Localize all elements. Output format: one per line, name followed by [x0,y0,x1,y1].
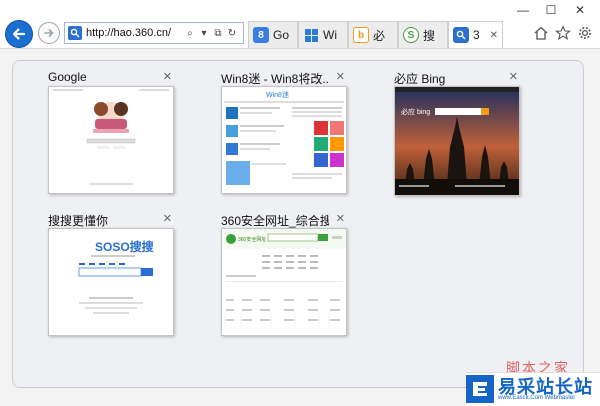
tab-label: 搜 [423,28,436,43]
tile-title: 360安全网址_综合搜... [221,214,329,228]
tile-bing[interactable]: 必应 Bing ✕ 必应 bing [394,70,520,196]
360-favicon-icon [453,27,469,43]
site-favicon-icon [68,26,82,40]
tile-thumbnail[interactable]: SOSO搜搜 [48,228,174,336]
tile-win8[interactable]: Win8迷 - Win8将改... ✕ Win8迷 [221,70,347,196]
tab-close-icon[interactable]: ✕ [490,30,498,41]
tab-label: 3 [473,28,480,42]
tile-title: 必应 Bing [394,72,446,86]
bing-page-preview: 必应 bing [395,87,519,195]
tile-title: 搜搜更懂你 [48,214,109,228]
win8-logo-text: Win8迷 [266,90,289,99]
dropdown-icon[interactable]: ▾ [198,28,210,39]
tile-close-icon[interactable]: ✕ [163,212,172,225]
soso-logo-text: SOSO搜搜 [95,239,155,254]
tab-label: Wi [323,28,337,42]
tile-close-icon[interactable]: ✕ [163,70,172,83]
tile-title: Win8迷 - Win8将改... [221,72,329,86]
forward-button[interactable] [38,22,60,44]
back-button[interactable] [5,20,33,48]
tile-close-icon[interactable]: ✕ [336,70,345,83]
google-page-preview [53,89,169,185]
win8-page-preview: Win8迷 [224,90,344,185]
bing-logo-text: 必应 bing [401,107,430,116]
tab-bing[interactable]: b 必 [348,21,398,48]
favorites-star-icon[interactable] [554,24,572,42]
maximize-button[interactable]: ☐ [541,2,561,18]
tile-close-icon[interactable]: ✕ [509,70,518,83]
settings-gear-icon[interactable] [576,24,594,42]
tile-thumbnail[interactable] [48,86,174,194]
tab-google[interactable]: 8 Go [248,21,298,48]
tile-thumbnail[interactable]: Win8迷 [221,86,347,194]
compat-view-icon[interactable]: ⧉ [212,28,224,39]
arrow-left-icon [12,28,26,40]
watermark-sub: www.Easck.Com Webmaster [498,395,576,401]
home-icon[interactable] [532,24,550,42]
watermark-emblem-icon [466,375,494,403]
address-bar[interactable]: http://hao.360.cn/ ⌕ ▾ ⧉ ↻ [64,22,244,44]
watermark-logo: 易采站长站 www.Easck.Com Webmaster [466,372,600,406]
tile-soso[interactable]: 搜搜更懂你 ✕ SOSO搜搜 [48,212,174,338]
bing-favicon-icon: b [353,27,369,43]
tile-title: Google [48,70,87,84]
close-window-button[interactable]: ✕ [570,2,590,18]
tile-close-icon[interactable]: ✕ [336,212,345,225]
windows-favicon-icon [303,27,319,43]
address-url[interactable]: http://hao.360.cn/ [86,27,182,39]
soso-page-preview: SOSO搜搜 [78,239,155,314]
browser-chrome: — ☐ ✕ http://hao.360.cn/ ⌕ ▾ ⧉ ↻ 8 Go Wi… [0,0,600,49]
new-tab-page: Google ✕ Win8迷 - Win8将改... ✕ Win8迷 必应 Bi… [12,60,584,388]
minimize-button[interactable]: — [513,2,533,18]
nav360-page-preview: 360安全网址 [222,229,346,321]
tab-soso[interactable]: S 搜 [398,21,448,48]
nav360-logo-text: 360安全网址 [238,236,266,243]
search-icon[interactable]: ⌕ [184,28,196,39]
refresh-icon[interactable]: ↻ [226,28,238,39]
tab-label: 必 [373,28,386,43]
soso-favicon-icon: S [403,27,419,43]
tab-360[interactable]: 3 ✕ [448,21,503,48]
tile-google[interactable]: Google ✕ [48,70,174,196]
arrow-right-icon [44,29,54,37]
google-favicon-icon: 8 [253,27,269,43]
tile-360[interactable]: 360安全网址_综合搜... ✕ 360安全网址 [221,212,347,338]
tab-label: Go [273,28,290,42]
tab-win8[interactable]: Wi [298,21,348,48]
tile-thumbnail[interactable]: 必应 bing [394,86,520,196]
tile-thumbnail[interactable]: 360安全网址 [221,228,347,336]
